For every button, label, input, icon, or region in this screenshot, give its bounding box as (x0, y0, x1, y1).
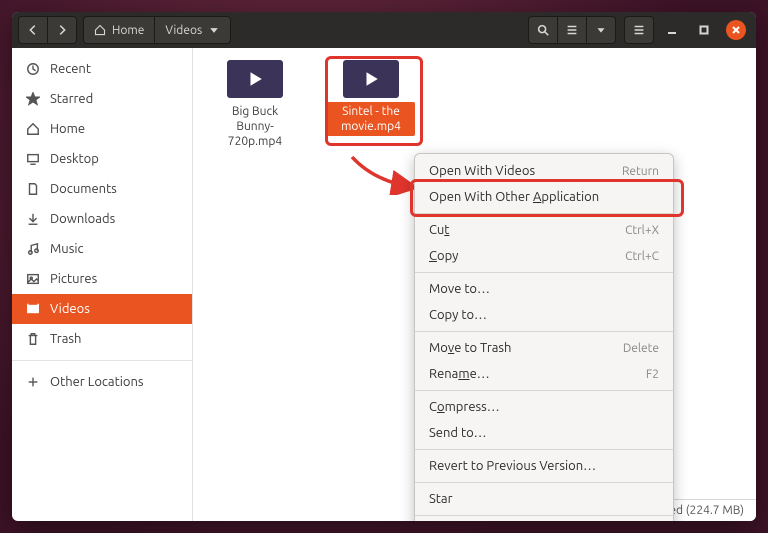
file-manager-window: Home Videos Recent Starred Home Desktop … (12, 12, 756, 521)
plus-icon (26, 375, 40, 389)
context-shortcut: Delete (623, 342, 659, 355)
context-shortcut: Ctrl+C (625, 250, 659, 263)
context-separator (415, 331, 673, 332)
sidebar-item-desktop[interactable]: Desktop (12, 144, 192, 174)
context-label: Revert to Previous Version… (429, 459, 596, 473)
sidebar-item-other[interactable]: Other Locations (12, 367, 192, 397)
trash-icon (26, 332, 40, 346)
file-item[interactable]: Big Buck Bunny-720p.mp4 (211, 60, 299, 151)
sidebar-item-recent[interactable]: Recent (12, 54, 192, 84)
context-label: Move to… (429, 282, 490, 296)
context-item[interactable]: Revert to Previous Version… (415, 453, 673, 479)
sidebar-item-trash[interactable]: Trash (12, 324, 192, 354)
view-group (528, 16, 616, 44)
video-thumb (343, 60, 399, 98)
breadcrumb-label: Videos (165, 24, 202, 37)
forward-button[interactable] (47, 17, 76, 43)
sidebar-item-starred[interactable]: Starred (12, 84, 192, 114)
breadcrumb-home[interactable]: Home (84, 17, 155, 43)
context-label: Open With Videos (429, 164, 535, 178)
sidebar-separator (12, 360, 192, 361)
file-label: Big Buck Bunny-720p.mp4 (211, 102, 299, 151)
context-label: Compress… (429, 400, 500, 414)
file-label: Sintel - the movie.mp4 (327, 102, 415, 136)
context-item[interactable]: PropertiesCtrl+I (415, 519, 673, 521)
context-label: Open With Other Application (429, 190, 599, 204)
context-label: Copy (429, 249, 458, 263)
sidebar-item-downloads[interactable]: Downloads (12, 204, 192, 234)
context-item[interactable]: Copy to… (415, 302, 673, 328)
sidebar-item-music[interactable]: Music (12, 234, 192, 264)
viewopts-button[interactable] (586, 17, 615, 43)
doc-icon (26, 182, 40, 196)
breadcrumb: Home Videos (83, 16, 231, 44)
context-separator (415, 515, 673, 516)
context-shortcut: F2 (646, 368, 659, 381)
download-icon (26, 212, 40, 226)
play-icon (246, 70, 264, 88)
context-shortcut: Return (622, 165, 659, 178)
context-item[interactable]: Star (415, 486, 673, 512)
context-item[interactable]: Send to… (415, 420, 673, 446)
close-button[interactable] (726, 20, 746, 40)
chevron-down-icon (208, 24, 220, 36)
context-shortcut: Ctrl+X (625, 224, 659, 237)
titlebar: Home Videos (12, 12, 756, 48)
context-separator (415, 390, 673, 391)
context-label: Send to… (429, 426, 487, 440)
desktop-icon (26, 152, 40, 166)
context-label: Cut (429, 223, 449, 237)
context-item[interactable]: Open With Other Application (415, 184, 673, 210)
video-thumb (227, 60, 283, 98)
home-icon (26, 122, 40, 136)
context-label: Star (429, 492, 453, 506)
context-label: Move to Trash (429, 341, 511, 355)
back-button[interactable] (19, 17, 47, 43)
context-separator (415, 449, 673, 450)
context-label: Copy to… (429, 308, 487, 322)
context-item[interactable]: Copy Ctrl+C (415, 243, 673, 269)
nav-group (18, 16, 77, 44)
home-icon (94, 24, 106, 36)
context-label: Rename… (429, 367, 490, 381)
maximize-button[interactable] (694, 20, 714, 40)
sidebar-item-home[interactable]: Home (12, 114, 192, 144)
context-separator (415, 272, 673, 273)
star-icon (26, 92, 40, 106)
sidebar-item-documents[interactable]: Documents (12, 174, 192, 204)
minimize-button[interactable] (662, 20, 682, 40)
play-icon (362, 70, 380, 88)
sidebar-item-pictures[interactable]: Pictures (12, 264, 192, 294)
window-body: Recent Starred Home Desktop Documents Do… (12, 48, 756, 521)
breadcrumb-videos[interactable]: Videos (155, 17, 230, 43)
context-separator (415, 482, 673, 483)
context-item[interactable]: Move to… (415, 276, 673, 302)
context-separator (415, 213, 673, 214)
listview-button[interactable] (557, 17, 586, 43)
music-icon (26, 242, 40, 256)
context-item[interactable]: Move to Trash Delete (415, 335, 673, 361)
sidebar: Recent Starred Home Desktop Documents Do… (12, 48, 193, 521)
context-item[interactable]: Cut Ctrl+X (415, 217, 673, 243)
icon-grid: Big Buck Bunny-720p.mp4 Sintel - the mov… (201, 60, 748, 151)
context-menu: Open With Videos Return Open With Other Ap… (414, 153, 674, 521)
video-icon (26, 302, 40, 316)
context-item[interactable]: Open With Videos Return (415, 158, 673, 184)
context-item[interactable]: Compress… (415, 394, 673, 420)
sidebar-item-videos[interactable]: Videos (12, 294, 192, 324)
context-item[interactable]: Rename… F2 (415, 361, 673, 387)
hamburger-button[interactable] (624, 16, 654, 44)
file-item[interactable]: Sintel - the movie.mp4 (327, 60, 415, 151)
clock-icon (26, 62, 40, 76)
picture-icon (26, 272, 40, 286)
breadcrumb-label: Home (112, 24, 144, 37)
search-button[interactable] (529, 17, 557, 43)
